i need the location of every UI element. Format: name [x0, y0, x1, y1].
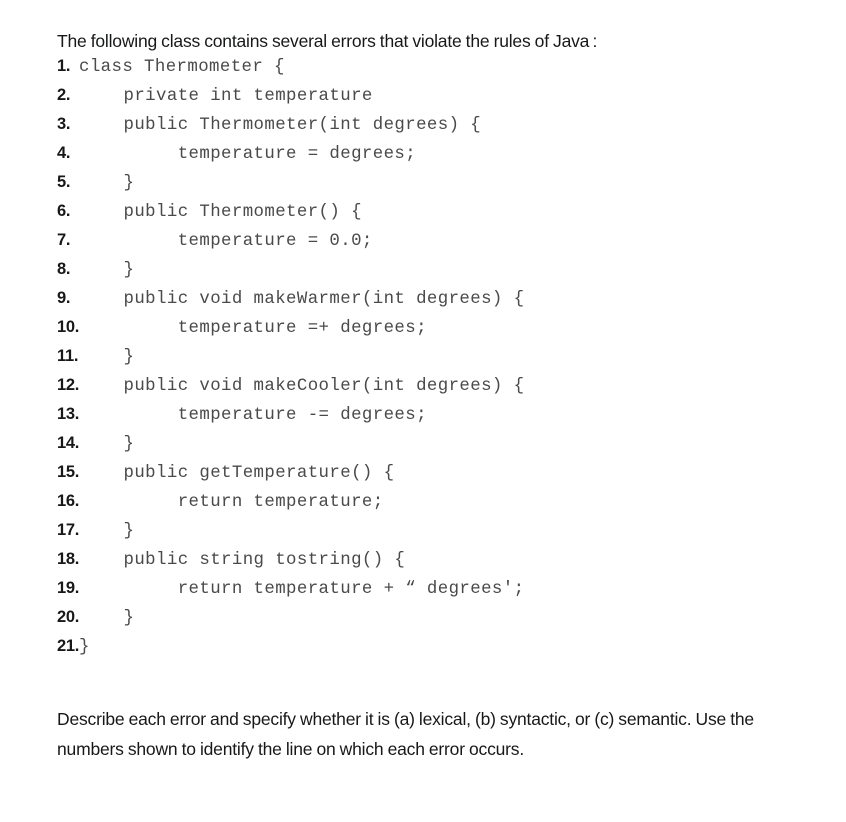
code-text: temperature = 0.0; [91, 232, 373, 251]
code-line: 11. } [57, 347, 800, 376]
code-text: temperature -= degrees; [91, 406, 427, 425]
code-line: 1. class Thermometer { [57, 57, 800, 86]
code-line: 19. return temperature + “ degrees'; [57, 579, 800, 608]
line-number: 1. [57, 57, 71, 75]
document-page: The following class contains several err… [0, 0, 846, 822]
line-number: 17. [57, 521, 80, 539]
code-line: 2. private int temperature [57, 86, 800, 115]
line-number: 18. [57, 550, 80, 568]
line-number: 2. [57, 86, 71, 104]
code-line: 7. temperature = 0.0; [57, 231, 800, 260]
line-number: 4. [57, 144, 71, 162]
line-number: 16. [57, 492, 80, 510]
line-number: 3. [57, 115, 71, 133]
code-text: } [79, 638, 90, 657]
code-text: public string tostring() { [91, 551, 406, 570]
code-line: 15. public getTemperature() { [57, 463, 800, 492]
line-number: 5. [57, 173, 71, 191]
line-number: 6. [57, 202, 71, 220]
code-text: public Thermometer(int degrees) { [91, 116, 482, 135]
code-text: } [91, 522, 135, 541]
line-number: 13. [57, 405, 80, 423]
intro-paragraph: The following class contains several err… [57, 31, 598, 51]
code-line: 17. } [57, 521, 800, 550]
code-line: 16. return temperature; [57, 492, 800, 521]
code-text: class Thermometer { [79, 58, 285, 77]
line-number: 21. [57, 637, 80, 655]
code-text: } [91, 174, 135, 193]
line-number: 15. [57, 463, 80, 481]
line-number: 20. [57, 608, 80, 626]
code-line: 6. public Thermometer() { [57, 202, 800, 231]
code-text: public void makeCooler(int degrees) { [91, 377, 525, 396]
code-line: 21.} [57, 637, 800, 666]
code-line: 4. temperature = degrees; [57, 144, 800, 173]
code-line: 14. } [57, 434, 800, 463]
code-text: } [91, 435, 135, 454]
code-line: 13. temperature -= degrees; [57, 405, 800, 434]
code-text: public void makeWarmer(int degrees) { [91, 290, 525, 309]
code-line: 8. } [57, 260, 800, 289]
line-number: 14. [57, 434, 80, 452]
code-text: return temperature + “ degrees'; [91, 580, 525, 599]
code-text: public Thermometer() { [91, 203, 362, 222]
code-line: 20. } [57, 608, 800, 637]
code-text: return temperature; [91, 493, 384, 512]
code-text: } [91, 261, 135, 280]
code-listing: 1. class Thermometer { 2. private int temp… [57, 57, 800, 666]
code-text: temperature =+ degrees; [91, 319, 427, 338]
line-number: 10. [57, 318, 80, 336]
line-number: 9. [57, 289, 71, 307]
line-number: 11. [57, 347, 79, 365]
code-line: 12. public void makeCooler(int degrees) … [57, 376, 800, 405]
code-line: 3. public Thermometer(int degrees) { [57, 115, 800, 144]
code-line: 18. public string tostring() { [57, 550, 800, 579]
code-text: } [91, 609, 135, 628]
line-number: 12. [57, 376, 80, 394]
line-number: 7. [57, 231, 71, 249]
code-text: public getTemperature() { [91, 464, 395, 483]
code-text: private int temperature [91, 87, 373, 106]
code-text: temperature = degrees; [91, 145, 417, 164]
question-paragraph: Describe each error and specify whether … [57, 709, 754, 759]
code-line: 9. public void makeWarmer(int degrees) { [57, 289, 800, 318]
code-text: } [91, 348, 135, 367]
code-line: 10. temperature =+ degrees; [57, 318, 800, 347]
code-line: 5. } [57, 173, 800, 202]
line-number: 19. [57, 579, 80, 597]
line-number: 8. [57, 260, 71, 278]
